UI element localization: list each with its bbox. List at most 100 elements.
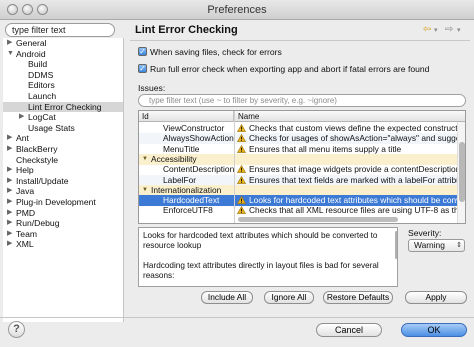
sidebar-item[interactable]: ▶ PMD — [7, 208, 35, 218]
warning-icon — [237, 124, 246, 132]
ignore-all-button[interactable]: Ignore All — [264, 291, 314, 304]
issues-table: Id Name ViewConstructor Checks that custo… — [138, 110, 466, 224]
disclosure-triangle-icon[interactable]: ▶ — [19, 112, 24, 122]
sidebar-item[interactable]: ▶ Java — [7, 186, 34, 196]
disclosure-triangle-icon[interactable]: ▼ — [7, 49, 14, 59]
sidebar-item[interactable]: ▶ Help — [7, 165, 34, 176]
include-all-button[interactable]: Include All — [201, 291, 253, 304]
restore-defaults-button[interactable]: Restore Defaults — [323, 291, 393, 304]
issue-id-text: AlwaysShowAction — [163, 133, 234, 144]
sidebar-item-label: BlackBerry — [16, 144, 58, 154]
disclosure-triangle-icon[interactable]: ▶ — [7, 229, 12, 239]
sidebar-item[interactable]: ▶ Run/Debug — [7, 218, 59, 228]
warning-icon — [237, 134, 246, 143]
back-dropdown-icon[interactable]: ▾ — [434, 26, 438, 34]
sidebar-item-label: Lint Error Checking — [28, 101, 102, 112]
sidebar-item[interactable]: ▶ BlackBerry — [7, 144, 58, 154]
full-check-export-checkbox[interactable]: ✓ — [138, 64, 147, 73]
issue-id-text: MenuTitle — [163, 143, 200, 154]
horizontal-scroll-thumb[interactable] — [238, 217, 398, 222]
disclosure-triangle-icon[interactable]: ▶ — [7, 218, 12, 228]
sidebar-item[interactable]: Editors — [28, 80, 55, 90]
disclosure-triangle-icon[interactable]: ▶ — [7, 197, 12, 207]
disclosure-triangle-icon[interactable]: ▶ — [7, 239, 12, 249]
warning-icon — [237, 206, 246, 215]
apply-button[interactable]: Apply — [405, 291, 467, 304]
issue-name-text: Checks that custom views define the expe… — [249, 123, 457, 133]
back-arrow-icon[interactable]: ⇦ — [423, 24, 431, 35]
vertical-scroll-thumb[interactable] — [459, 142, 465, 202]
help-button[interactable]: ? — [8, 321, 25, 338]
issue-id-text: HardcodedText — [163, 195, 220, 206]
preference-tree: ▶ General ▼ Android Build DDMS Editors Launch Li… — [3, 38, 124, 322]
full-check-export-label: Run full error check when exporting app … — [150, 64, 430, 74]
issue-description: Looks for hardcoded text attributes whic… — [138, 227, 398, 287]
description-scroll-thumb[interactable] — [395, 231, 397, 259]
description-para-1: Looks for hardcoded text attributes whic… — [143, 231, 378, 250]
header-divider — [130, 40, 470, 41]
disclosure-triangle-icon[interactable]: ▶ — [7, 176, 12, 186]
issue-id-text: EnforceUTF8 — [163, 205, 213, 216]
disclosure-triangle-icon[interactable]: ▶ — [7, 133, 12, 143]
sidebar-item-label: Editors — [28, 80, 55, 91]
warning-icon — [237, 175, 246, 184]
issue-id-text: Accessibility — [151, 153, 197, 164]
disclosure-triangle-icon[interactable]: ▶ — [7, 165, 12, 175]
description-scrollbar[interactable] — [395, 229, 397, 285]
warning-icon — [237, 144, 246, 153]
sidebar-item[interactable]: ▶ Team — [7, 229, 37, 239]
column-header-id[interactable]: Id — [139, 111, 234, 122]
disclosure-triangle-icon[interactable]: ▶ — [7, 208, 12, 218]
warning-icon — [237, 165, 246, 174]
issues-filter-input[interactable]: type filter text (use ~ to filter by sev… — [138, 94, 466, 107]
column-header-name[interactable]: Name — [235, 111, 457, 122]
sidebar-item[interactable]: Lint Error Checking — [3, 101, 123, 112]
sidebar-item[interactable]: ▶ Plug-in Development — [7, 197, 96, 207]
disclosure-triangle-icon[interactable]: ▶ — [7, 186, 12, 196]
sidebar-item[interactable]: ▶ LogCat — [19, 112, 56, 123]
sidebar-item-label: LogCat — [28, 112, 56, 123]
issue-name-text: Ensures that image widgets provide a con… — [249, 164, 457, 175]
warning-icon — [237, 196, 246, 204]
sidebar-item[interactable]: DDMS — [28, 70, 53, 80]
sidebar-item-label: General — [16, 38, 47, 48]
forward-dropdown-icon[interactable]: ▾ — [457, 26, 461, 34]
issue-name-text: Ensures that text fields are marked with… — [249, 174, 457, 185]
sidebar-item[interactable]: ▶ Install/Update — [7, 176, 69, 186]
description-para-2: Hardcoding text attributes directly in l… — [143, 261, 379, 280]
severity-select[interactable]: Warning ⇕ — [408, 239, 465, 252]
sidebar-item[interactable]: ▶ Ant — [7, 133, 29, 144]
ok-button[interactable]: OK — [401, 323, 467, 337]
sidebar-item[interactable]: Usage Stats — [28, 123, 75, 133]
sidebar-item[interactable]: Launch — [28, 91, 56, 101]
sidebar-filter-input[interactable]: type filter text — [5, 23, 115, 37]
lint-page: Lint Error Checking ⇦ ▾ ⇨ ▾ ✓ When savin… — [130, 21, 470, 315]
table-vertical-scrollbar[interactable] — [457, 122, 465, 223]
sidebar-item-label: Help — [16, 165, 34, 176]
sidebar-item[interactable]: ▼ Android — [7, 49, 46, 59]
sidebar-item[interactable]: ▶ General — [7, 38, 47, 48]
page-title: Lint Error Checking — [135, 24, 238, 36]
issue-name-text: Checks for usages of showAsAction="alway… — [249, 133, 457, 144]
disclosure-triangle-icon[interactable]: ▶ — [7, 38, 12, 48]
sidebar-item-label: Build — [28, 59, 48, 70]
sidebar-item[interactable]: ▶ XML — [7, 239, 34, 249]
sidebar-item[interactable]: Build — [28, 59, 47, 69]
check-on-save-label: When saving files, check for errors — [150, 47, 282, 57]
issue-id: EnforceUTF8 — [163, 205, 213, 216]
forward-arrow-icon[interactable]: ⇨ — [445, 24, 453, 35]
disclosure-triangle-icon[interactable]: ▶ — [7, 144, 12, 154]
table-horizontal-scrollbar[interactable] — [234, 215, 454, 223]
cancel-button[interactable]: Cancel — [316, 323, 382, 337]
check-on-save-checkbox[interactable]: ✓ — [138, 47, 147, 56]
sidebar-item-label: Usage Stats — [28, 122, 75, 133]
issue-name-text: Checks that all XML resource files are u… — [249, 205, 457, 216]
sidebar-item-label: DDMS — [28, 69, 54, 80]
severity-value: Warning — [414, 240, 445, 250]
title-bar[interactable]: Preferences — [0, 0, 474, 20]
sidebar-item-label: Ant — [16, 133, 29, 144]
window-title: Preferences — [207, 4, 267, 16]
issue-id-text: LabelFor — [163, 174, 197, 185]
sidebar-item-label: Checkstyle — [16, 154, 59, 165]
sidebar-item[interactable]: Checkstyle — [16, 155, 58, 165]
